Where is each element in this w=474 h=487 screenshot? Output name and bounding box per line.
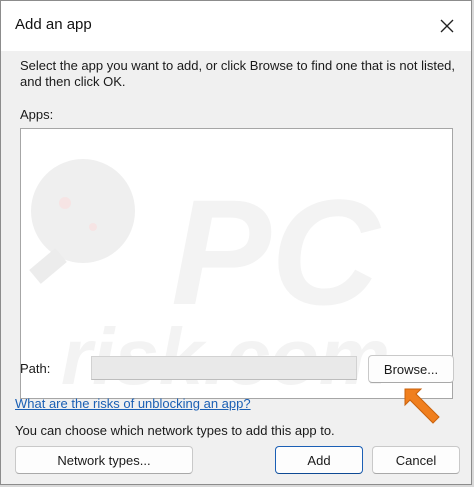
dialog-description: Select the app you want to add, or click…	[20, 58, 456, 89]
browse-button[interactable]: Browse...	[368, 355, 454, 383]
network-types-button[interactable]: Network types...	[15, 446, 193, 474]
add-button[interactable]: Add	[275, 446, 363, 474]
path-label: Path:	[20, 361, 51, 376]
add-app-dialog: Add an app Select the app you want to ad…	[0, 0, 472, 485]
dialog-title: Add an app	[15, 16, 92, 33]
svg-text:PC: PC	[171, 168, 382, 336]
risks-link[interactable]: What are the risks of unblocking an app?	[15, 396, 251, 411]
dialog-content: Select the app you want to add, or click…	[1, 51, 471, 484]
svg-text:risk.com: risk.com	[61, 312, 390, 398]
close-icon	[440, 19, 454, 33]
arrow-annotation-icon	[404, 388, 440, 424]
path-field[interactable]	[91, 356, 357, 380]
network-types-text: You can choose which network types to ad…	[15, 423, 335, 438]
close-button[interactable]	[433, 13, 461, 39]
title-bar: Add an app	[1, 1, 471, 51]
cancel-button[interactable]: Cancel	[372, 446, 460, 474]
apps-label: Apps:	[20, 107, 54, 122]
